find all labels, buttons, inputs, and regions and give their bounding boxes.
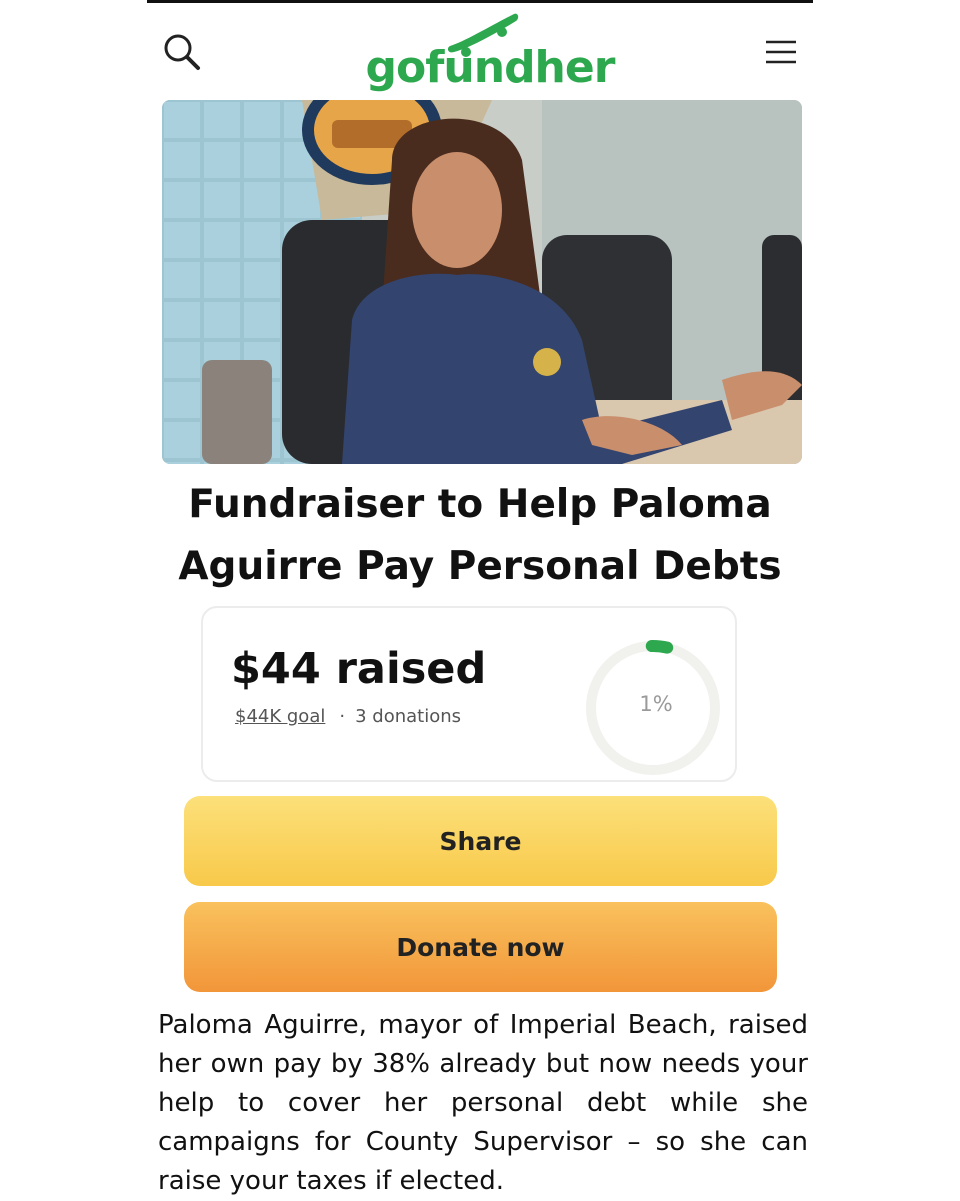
goal-link[interactable]: $44K goal (235, 706, 325, 727)
campaign-title: Fundraiser to Help Paloma Aguirre Pay Pe… (178, 482, 782, 589)
amount-raised: $44 raised (231, 644, 487, 694)
separator-dot: · (339, 706, 346, 727)
progress-arc (645, 640, 674, 654)
donation-count: 3 donations (355, 706, 462, 727)
campaign-photo (162, 100, 802, 464)
logo-text: gofundher (365, 42, 616, 93)
campaign-description: Paloma Aguirre, mayor of Imperial Beach,… (158, 1010, 808, 1196)
donate-button[interactable]: Donate now (184, 902, 777, 992)
progress-percent: 1% (639, 692, 673, 716)
goal-info: $44K goal · 3 donations (235, 706, 461, 727)
menu-button[interactable] (760, 34, 802, 70)
site-logo[interactable]: gofundher (340, 4, 640, 104)
progress-card: $44 raised $44K goal · 3 donations 1% (201, 606, 737, 782)
share-button[interactable]: Share (184, 796, 777, 886)
hamburger-menu-icon (766, 40, 796, 64)
search-icon (164, 34, 200, 70)
search-button[interactable] (160, 30, 206, 76)
top-border (147, 0, 813, 3)
